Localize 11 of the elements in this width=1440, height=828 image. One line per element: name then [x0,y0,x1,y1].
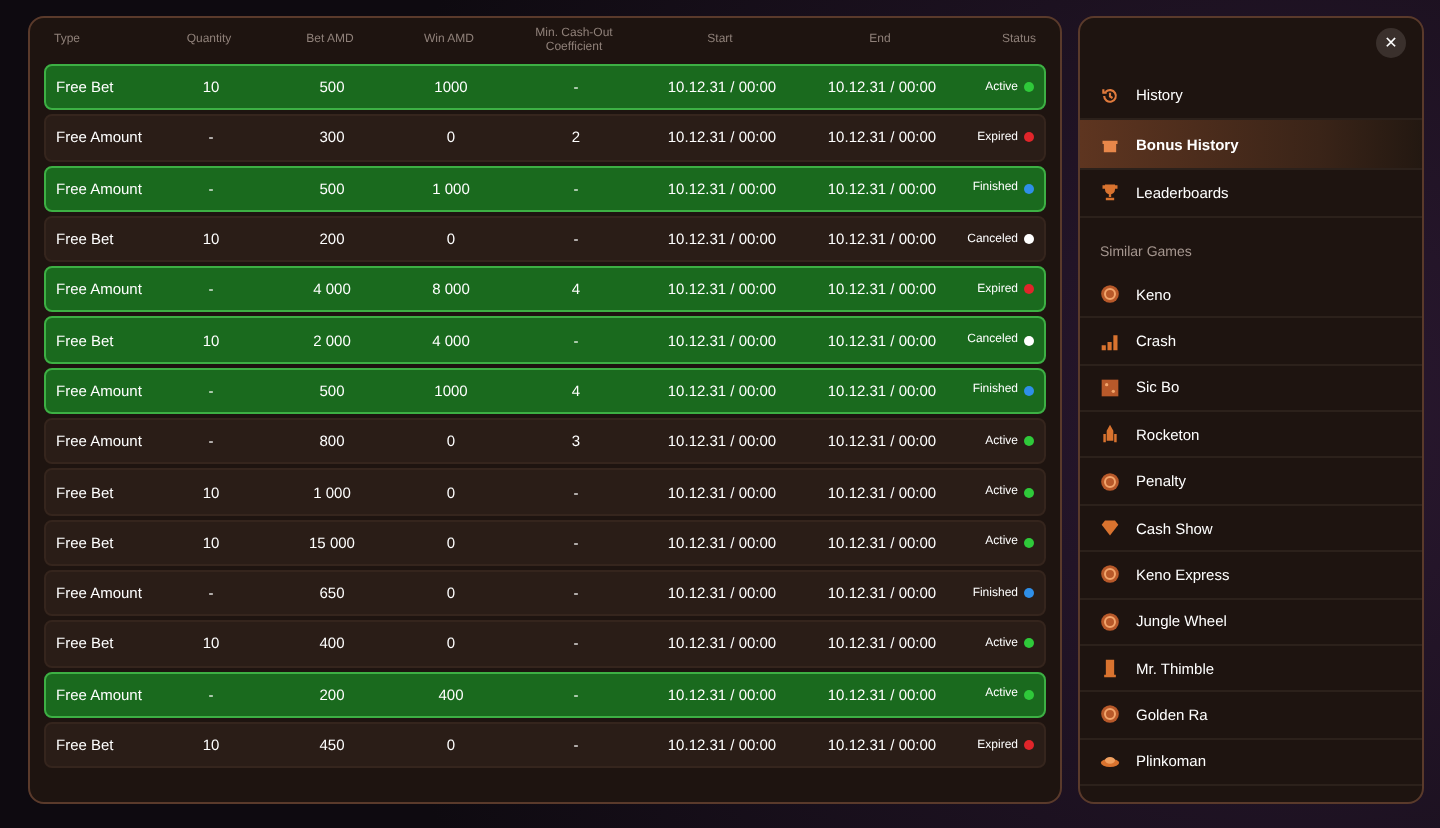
clock-icon [1100,85,1120,106]
gem-icon [1100,518,1120,539]
thimble-icon [1100,658,1120,679]
disc-icon [1100,751,1120,772]
target-icon [1100,284,1120,305]
bars-icon [1100,331,1120,352]
close-button[interactable]: ✕ [1376,28,1406,58]
dice-icon [1100,377,1120,398]
rocket-icon [1100,424,1120,445]
trophy-icon [1100,182,1120,203]
target-icon [1100,564,1120,585]
